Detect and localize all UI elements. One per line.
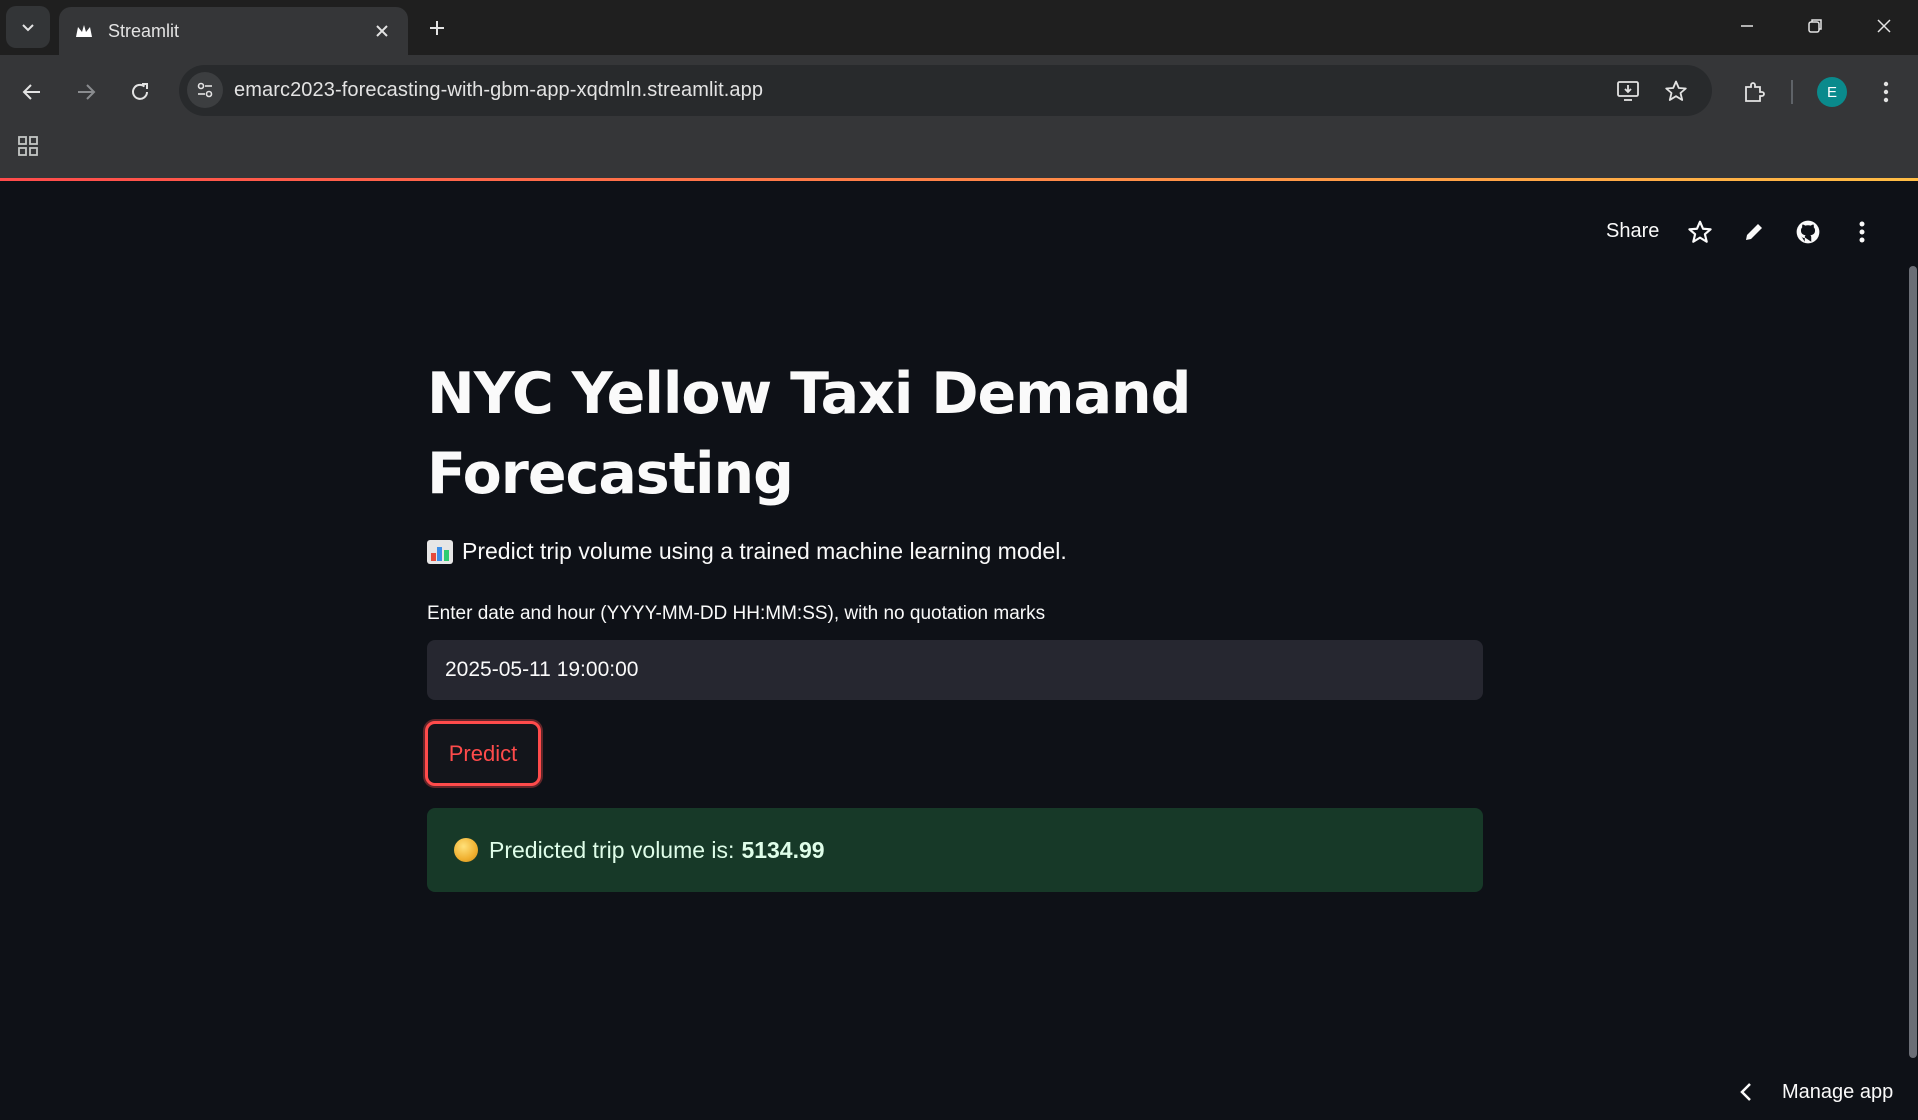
share-button[interactable]: Share — [1606, 220, 1659, 243]
result-prefix: Predicted trip volume is: — [489, 836, 735, 863]
toolbar-separator — [1791, 80, 1793, 104]
apps-grid-icon[interactable] — [12, 130, 44, 162]
tab-title: Streamlit — [108, 20, 180, 41]
minimize-icon[interactable] — [1725, 8, 1769, 44]
forward-arrow-icon[interactable] — [66, 72, 106, 112]
restore-icon[interactable] — [1793, 8, 1837, 44]
site-info-icon[interactable] — [187, 72, 223, 108]
page-scrollbar[interactable] — [1909, 266, 1917, 1058]
main-menu-icon[interactable] — [1845, 215, 1879, 249]
datetime-input[interactable]: 2025-05-11 19:00:00 — [427, 640, 1483, 700]
streamlit-header: Share — [0, 181, 1918, 281]
install-app-icon[interactable] — [1610, 73, 1646, 109]
page-title: NYC Yellow Taxi Demand Forecasting — [427, 361, 1191, 507]
star-icon[interactable] — [1683, 215, 1717, 249]
address-bar[interactable]: emarc2023-forecasting-with-gbm-app-xqdml… — [179, 65, 1712, 116]
coin-icon — [454, 838, 478, 862]
tab-search-button[interactable] — [6, 6, 50, 48]
reload-icon[interactable] — [120, 72, 160, 112]
extensions-puzzle-icon[interactable] — [1734, 72, 1774, 112]
close-window-icon[interactable] — [1862, 8, 1906, 44]
chevron-left-icon — [1732, 1078, 1760, 1106]
main-content: NYC Yellow Taxi Demand Forecasting Predi… — [425, 300, 1483, 892]
bar-chart-icon — [427, 539, 453, 564]
tab-close-icon[interactable] — [370, 19, 394, 43]
manage-app-label: Manage app — [1782, 1080, 1894, 1103]
back-arrow-icon[interactable] — [12, 72, 52, 112]
bookmark-star-icon[interactable] — [1658, 73, 1694, 109]
streamlit-favicon-icon — [73, 20, 95, 42]
edit-pencil-icon[interactable] — [1737, 215, 1771, 249]
browser-menu-icon[interactable] — [1866, 72, 1906, 112]
new-tab-plus-icon[interactable] — [422, 13, 452, 43]
manage-app-button[interactable]: Manage app — [1732, 1078, 1893, 1106]
chevron-down-icon — [22, 24, 34, 32]
datetime-input-label: Enter date and hour (YYYY-MM-DD HH:MM:SS… — [427, 603, 1046, 624]
subtitle-text: Predict trip volume using a trained mach… — [462, 538, 1067, 564]
profile-avatar[interactable]: E — [1817, 77, 1847, 107]
predict-button[interactable]: Predict — [425, 721, 541, 786]
browser-tabstrip: Streamlit — [0, 0, 1918, 55]
page-subtitle: Predict trip volume using a trained mach… — [427, 538, 1067, 565]
browser-tab[interactable]: Streamlit — [59, 7, 408, 55]
result-value: 5134.99 — [741, 836, 825, 863]
github-icon[interactable] — [1791, 215, 1825, 249]
url-text[interactable]: emarc2023-forecasting-with-gbm-app-xqdml… — [234, 79, 763, 102]
prediction-result-alert: Predicted trip volume is: 5134.99 — [427, 808, 1483, 892]
